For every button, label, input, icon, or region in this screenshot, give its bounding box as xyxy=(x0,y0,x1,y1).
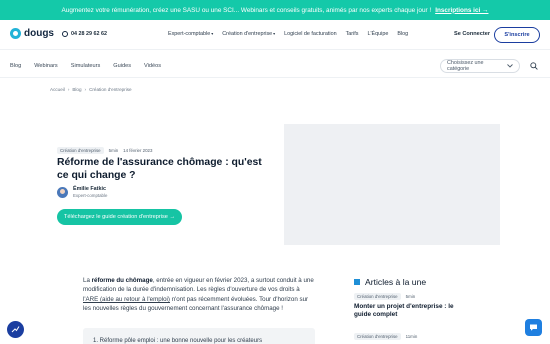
phone-number: 04 28 29 62 62 xyxy=(71,31,107,37)
chevron-down-icon: ▾ xyxy=(211,31,214,36)
login-link[interactable]: Se Connecter xyxy=(454,31,490,37)
search-button[interactable] xyxy=(526,59,542,73)
menu-item-equipe[interactable]: L'Équipe xyxy=(368,31,389,37)
article-intro: La réforme du chômage, entrée en vigueur… xyxy=(83,277,314,313)
phone-link[interactable]: 04 28 29 62 62 xyxy=(62,31,107,37)
dougs-logo-icon xyxy=(10,28,21,39)
author-name[interactable]: Émilie Fatkic xyxy=(73,186,107,192)
category-select[interactable]: Choisissez une catégorie xyxy=(440,59,520,73)
avatar xyxy=(57,186,68,198)
are-link[interactable]: l'ARE (aide au retour à l'emploi) xyxy=(83,296,170,303)
breadcrumb-separator: › xyxy=(84,87,87,92)
sidebar-title: Articles à la une xyxy=(365,277,427,287)
menu-item-creation[interactable]: Création d'entreprise▾ xyxy=(222,31,275,37)
article-hero-image xyxy=(284,124,500,245)
breadcrumb-home[interactable]: Accueil xyxy=(50,87,65,92)
read-time: 11min xyxy=(405,334,418,339)
subnav-item-guides[interactable]: Guides xyxy=(113,63,131,69)
author-role: Expert-comptable xyxy=(73,193,108,198)
subnav-item-simulateurs[interactable]: Simulateurs xyxy=(71,63,101,69)
logo-text: dougs xyxy=(24,28,54,39)
top-navigation: dougs 04 28 29 62 62 Expert-comptable▾ C… xyxy=(0,20,550,50)
read-time: 5min xyxy=(405,294,416,299)
subnav-item-webinars[interactable]: Webinars xyxy=(34,63,58,69)
chat-button[interactable] xyxy=(525,319,542,336)
sidebar-article-meta: Création d'entreprise 11min xyxy=(354,333,417,340)
summary-item[interactable]: 1. Réforme pôle emploi : une bonne nouve… xyxy=(93,338,262,344)
sidebar-heading: Articles à la une xyxy=(354,277,426,287)
breadcrumb-current: Création d'entreprise xyxy=(89,87,132,92)
menu-item-facturation[interactable]: Logiciel de facturation xyxy=(284,31,336,37)
chevron-down-icon: ▾ xyxy=(273,31,276,36)
page-title: Réforme de l'assurance chômage : qu'est … xyxy=(57,157,262,181)
breadcrumb-separator: › xyxy=(67,87,70,92)
category-placeholder: Choisissez une catégorie xyxy=(447,60,484,72)
square-marker-icon xyxy=(354,279,360,285)
chat-icon xyxy=(530,324,537,331)
accessibility-button[interactable] xyxy=(7,321,24,338)
download-guide-button[interactable]: Téléchargez le guide création d'entrepri… xyxy=(57,209,182,225)
subnav-links: Blog Webinars Simulateurs Guides Vidéos xyxy=(10,63,161,69)
promo-text: Augmentez votre rémunération, créez une … xyxy=(61,6,432,14)
intro-highlight-link[interactable]: réforme du chômage xyxy=(92,277,153,284)
category-tag[interactable]: Création d'entreprise xyxy=(354,333,401,340)
phone-icon xyxy=(62,31,68,37)
menu-item-expert-comptable[interactable]: Expert-comptable▾ xyxy=(168,31,213,37)
accessibility-icon xyxy=(11,326,20,333)
main-menu: Expert-comptable▾ Création d'entreprise▾… xyxy=(168,31,408,37)
sidebar-article-meta: Création d'entreprise 5min xyxy=(354,293,415,300)
category-tag[interactable]: Création d'entreprise xyxy=(57,147,104,154)
article-meta: Création d'entreprise 5min 14 février 20… xyxy=(57,147,152,154)
logo[interactable]: dougs xyxy=(10,28,54,39)
publish-date: 14 février 2023 xyxy=(123,148,153,153)
signup-button[interactable]: S'inscrire xyxy=(494,27,540,43)
chevron-down-icon xyxy=(507,64,513,68)
summary-box: 1. Réforme pôle emploi : une bonne nouve… xyxy=(83,328,315,344)
promo-link[interactable]: Inscriptions ici → xyxy=(435,7,488,14)
author-block: Émilie Fatkic Expert-comptable xyxy=(57,186,107,198)
menu-item-blog[interactable]: Blog xyxy=(397,31,408,37)
promo-banner: Augmentez votre rémunération, créez une … xyxy=(0,0,550,20)
read-time: 5min xyxy=(108,148,119,153)
menu-item-tarifs[interactable]: Tarifs xyxy=(346,31,359,37)
category-tag[interactable]: Création d'entreprise xyxy=(354,293,401,300)
subnav-item-videos[interactable]: Vidéos xyxy=(144,63,161,69)
subnav-item-blog[interactable]: Blog xyxy=(10,63,21,69)
breadcrumb: Accueil › Blog › Création d'entreprise xyxy=(50,87,132,92)
sidebar-article-link[interactable]: Monter un projet d'entreprise : le guide… xyxy=(354,303,464,319)
search-icon xyxy=(530,62,538,70)
breadcrumb-blog[interactable]: Blog xyxy=(72,87,81,92)
